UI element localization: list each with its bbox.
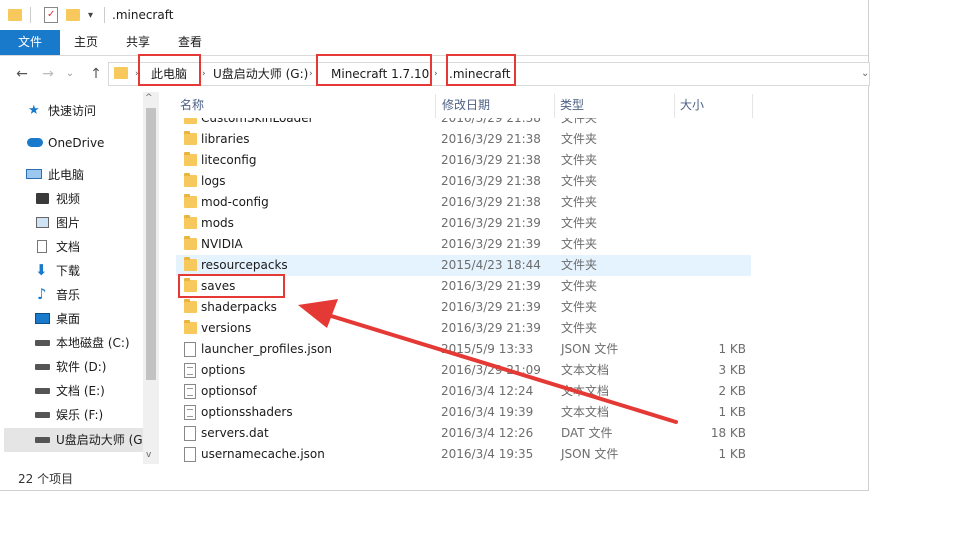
column-divider[interactable] (674, 94, 675, 118)
column-header-size[interactable]: 大小 (680, 94, 704, 116)
column-divider[interactable] (435, 94, 436, 118)
annotation-arrow-head (298, 299, 338, 328)
annotation-arrow-shaft (326, 313, 678, 424)
column-header-date[interactable]: 修改日期 (442, 94, 490, 116)
column-divider[interactable] (554, 94, 555, 118)
column-header-name[interactable]: 名称 (180, 94, 204, 116)
annotation-arrow (298, 299, 678, 424)
column-divider[interactable] (752, 94, 753, 118)
column-header-type[interactable]: 类型 (560, 94, 584, 116)
